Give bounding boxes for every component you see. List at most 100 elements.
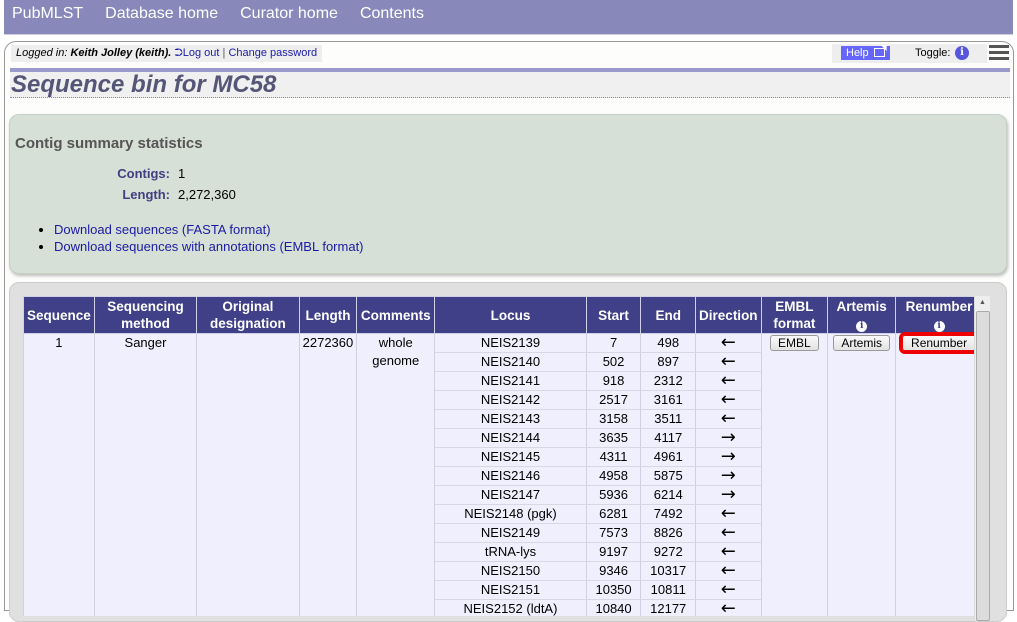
- cell-start: 7: [585, 333, 642, 353]
- cell-start: 2517: [585, 390, 642, 410]
- cell-start: 4958: [585, 466, 642, 486]
- cell-end: 10317: [640, 561, 697, 581]
- cell-end: 4961: [640, 447, 697, 467]
- renumber-header-label: Renumber: [905, 299, 973, 314]
- col-end: End: [640, 296, 697, 334]
- col-locus: Locus: [434, 296, 587, 334]
- contig-summary-box: Contig summary statistics Contigs: 1 Leng…: [9, 114, 1007, 274]
- cell-end: 498: [640, 333, 697, 353]
- stat-contigs: Contigs: 1: [10, 166, 185, 181]
- change-password-link[interactable]: Change password: [228, 47, 317, 59]
- direction-arrow-icon: →: [695, 466, 762, 486]
- direction-arrow-icon: ←: [695, 333, 762, 353]
- nav-pubmlst[interactable]: PubMLST: [12, 0, 83, 29]
- direction-arrow-icon: ←: [695, 352, 762, 372]
- col-comments: Comments: [356, 296, 436, 334]
- cell-locus[interactable]: NEIS2145: [434, 447, 587, 467]
- cell-method: Sanger: [93, 333, 198, 616]
- stat-label: Length:: [122, 187, 170, 202]
- hamburger-menu-icon[interactable]: [989, 45, 1009, 63]
- cell-locus[interactable]: NEIS2149: [434, 523, 587, 543]
- direction-arrow-icon: ←: [695, 599, 762, 616]
- cell-end: 9272: [640, 542, 697, 562]
- cell-locus[interactable]: NEIS2139: [434, 333, 587, 353]
- cell-locus[interactable]: NEIS2142: [434, 390, 587, 410]
- info-toggle-icon[interactable]: i: [955, 46, 969, 60]
- sequence-table-box: Sequence Sequencing method Original desi…: [9, 282, 1007, 622]
- user-name: Keith Jolley (keith).: [70, 47, 172, 59]
- stat-value: 2,272,360: [178, 187, 236, 202]
- cell-end: 8826: [640, 523, 697, 543]
- cell-start: 9197: [585, 542, 642, 562]
- logout-label: Log out: [182, 47, 220, 59]
- cell-length: 2272360: [298, 333, 358, 616]
- cell-locus[interactable]: NEIS2148 (pgk): [434, 504, 587, 524]
- direction-arrow-icon: ←: [695, 504, 762, 524]
- cell-end: 4117: [640, 428, 697, 448]
- cell-start: 9346: [585, 561, 642, 581]
- cell-original-designation: [196, 333, 300, 616]
- cell-end: 3511: [640, 409, 697, 429]
- cell-start: 6281: [585, 504, 642, 524]
- cell-locus[interactable]: NEIS2151: [434, 580, 587, 600]
- renumber-button[interactable]: Renumber: [899, 332, 980, 354]
- external-link-icon: [873, 48, 885, 57]
- cell-locus[interactable]: NEIS2141: [434, 371, 587, 391]
- download-fasta-link[interactable]: Download sequences (FASTA format): [54, 222, 271, 237]
- direction-arrow-icon: ←: [695, 523, 762, 543]
- info-icon[interactable]: i: [856, 321, 868, 332]
- session-bar: Logged in: Keith Jolley (keith). ⮊Log ou…: [11, 45, 323, 62]
- toggle-label: Toggle:: [915, 47, 951, 59]
- help-label: Help: [846, 47, 869, 59]
- cell-start: 7573: [585, 523, 642, 543]
- cell-start: 502: [585, 352, 642, 372]
- stat-value: 1: [178, 166, 186, 181]
- direction-arrow-icon: ←: [695, 561, 762, 581]
- scrollbar-thumb[interactable]: [976, 311, 990, 621]
- help-button[interactable]: Help: [841, 46, 890, 60]
- cell-locus[interactable]: NEIS2147: [434, 485, 587, 505]
- cell-locus[interactable]: NEIS2146: [434, 466, 587, 486]
- info-icon[interactable]: i: [933, 321, 945, 332]
- direction-arrow-icon: →: [695, 447, 762, 467]
- vertical-scrollbar[interactable]: ▲: [974, 296, 990, 621]
- cell-locus[interactable]: NEIS2143: [434, 409, 587, 429]
- logged-in-label: Logged in:: [16, 47, 68, 59]
- nav-curator-home[interactable]: Curator home: [240, 0, 338, 29]
- download-links: Download sequences (FASTA format) Downlo…: [40, 221, 364, 255]
- nav-database-home[interactable]: Database home: [105, 0, 218, 29]
- summary-heading: Contig summary statistics: [15, 135, 203, 152]
- tools-bar: Help Toggle: i: [832, 44, 987, 63]
- embl-button[interactable]: EMBL: [770, 335, 819, 351]
- cell-locus[interactable]: NEIS2150: [434, 561, 587, 581]
- cell-locus[interactable]: NEIS2140: [434, 352, 587, 372]
- cell-start: 10840: [585, 599, 642, 616]
- cell-locus[interactable]: NEIS2152 (ldtA): [434, 599, 587, 616]
- cell-start: 4311: [585, 447, 642, 467]
- list-item: Download sequences (FASTA format): [54, 221, 364, 238]
- direction-arrow-icon: →: [695, 428, 762, 448]
- stat-label: Contigs:: [117, 166, 170, 181]
- col-start: Start: [585, 296, 642, 334]
- cell-end: 10811: [640, 580, 697, 600]
- logout-link[interactable]: ⮊Log out: [174, 47, 219, 59]
- col-original-designation: Original designation: [196, 296, 300, 334]
- table-row: 1 Sanger 2272360 whole genome NEIS2139 7 498 ← E…: [23, 332, 983, 616]
- main-frame: Logged in: Keith Jolley (keith). ⮊Log ou…: [4, 41, 1014, 622]
- cell-end: 12177: [640, 599, 697, 616]
- cell-start: 3635: [585, 428, 642, 448]
- scroll-up-arrow-icon[interactable]: ▲: [975, 296, 990, 310]
- cell-sequence: 1: [23, 333, 95, 616]
- col-length: Length: [298, 296, 358, 334]
- cell-locus[interactable]: NEIS2144: [434, 428, 587, 448]
- page-title-bar: Sequence bin for MC58: [10, 68, 1010, 98]
- cell-locus[interactable]: tRNA-lys: [434, 542, 587, 562]
- nav-contents[interactable]: Contents: [360, 0, 424, 29]
- logout-icon: ⮊: [174, 47, 183, 59]
- cell-renumber: Renumber: [895, 332, 983, 616]
- download-embl-link[interactable]: Download sequences with annotations (EMB…: [54, 239, 364, 254]
- cell-end: 2312: [640, 371, 697, 391]
- artemis-button[interactable]: Artemis: [833, 335, 890, 351]
- cell-end: 3161: [640, 390, 697, 410]
- table-scroll-area: Sequence Sequencing method Original desi…: [23, 296, 983, 616]
